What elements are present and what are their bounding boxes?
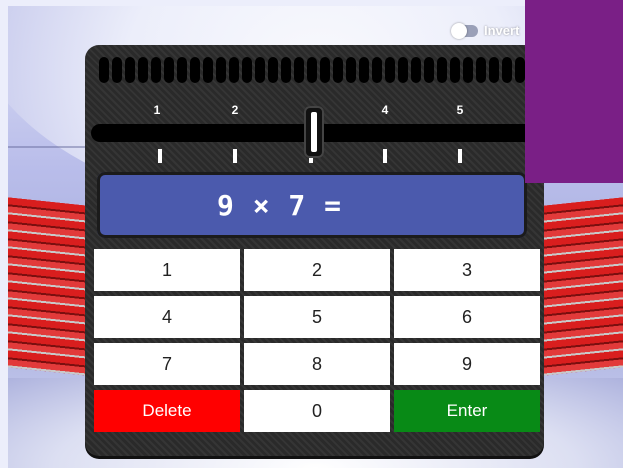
grille-slot	[164, 57, 174, 83]
invert-setting[interactable]: Invert	[451, 22, 520, 39]
grille-slot	[502, 57, 512, 83]
question-display: 9 × 7 =	[97, 172, 527, 238]
grille-slot	[515, 57, 525, 83]
key-9[interactable]: 9	[394, 343, 540, 385]
grille-slot	[281, 57, 291, 83]
slider-tick	[458, 149, 462, 163]
key-1[interactable]: 1	[94, 249, 240, 291]
stadium-seats-right	[533, 197, 623, 377]
key-7[interactable]: 7	[94, 343, 240, 385]
calculator: 1 2 4 5 9 × 7 = 1 2 3 4 5 6 7 8 9 Delete…	[85, 45, 544, 456]
slider-tick	[158, 149, 162, 163]
key-6[interactable]: 6	[394, 296, 540, 338]
grille-slot	[372, 57, 382, 83]
enter-button[interactable]: Enter	[394, 390, 540, 432]
grille-slot	[489, 57, 499, 83]
grille-slot	[177, 57, 187, 83]
grille-slot	[138, 57, 148, 83]
delete-button[interactable]: Delete	[94, 390, 240, 432]
grille-slot	[242, 57, 252, 83]
grille-slot	[268, 57, 278, 83]
grille-slot	[190, 57, 200, 83]
slider-label-2: 2	[231, 103, 239, 117]
grille-slot	[125, 57, 135, 83]
grille-slot	[411, 57, 421, 83]
speaker-grille	[99, 57, 539, 83]
key-5[interactable]: 5	[244, 296, 390, 338]
grille-slot	[424, 57, 434, 83]
grille-slot	[398, 57, 408, 83]
key-4[interactable]: 4	[94, 296, 240, 338]
grille-slot	[359, 57, 369, 83]
slider-label-4: 4	[381, 103, 389, 117]
slider-handle[interactable]	[304, 106, 324, 158]
key-8[interactable]: 8	[244, 343, 390, 385]
slider-tick	[383, 149, 387, 163]
slider-tick	[233, 149, 237, 163]
grille-slot	[437, 57, 447, 83]
grille-slot	[320, 57, 330, 83]
slider-label-1: 1	[153, 103, 161, 117]
grille-slot	[385, 57, 395, 83]
key-0[interactable]: 0	[244, 390, 390, 432]
grille-slot	[450, 57, 460, 83]
keypad: 1 2 3 4 5 6 7 8 9 Delete 0 Enter	[94, 249, 540, 432]
grille-slot	[151, 57, 161, 83]
invert-label: Invert	[484, 23, 520, 38]
grille-slot	[229, 57, 239, 83]
grille-slot	[294, 57, 304, 83]
grille-slot	[307, 57, 317, 83]
grille-slot	[216, 57, 226, 83]
grille-slot	[346, 57, 356, 83]
grille-slot	[112, 57, 122, 83]
grille-slot	[255, 57, 265, 83]
slider-label-5: 5	[456, 103, 464, 117]
key-3[interactable]: 3	[394, 249, 540, 291]
grille-slot	[463, 57, 473, 83]
grille-slot	[203, 57, 213, 83]
grille-slot	[333, 57, 343, 83]
question-text: 9 × 7 =	[217, 189, 343, 222]
grille-slot	[99, 57, 109, 83]
invert-toggle[interactable]	[451, 22, 478, 39]
grille-slot	[476, 57, 486, 83]
side-panel	[525, 0, 623, 183]
key-2[interactable]: 2	[244, 249, 390, 291]
